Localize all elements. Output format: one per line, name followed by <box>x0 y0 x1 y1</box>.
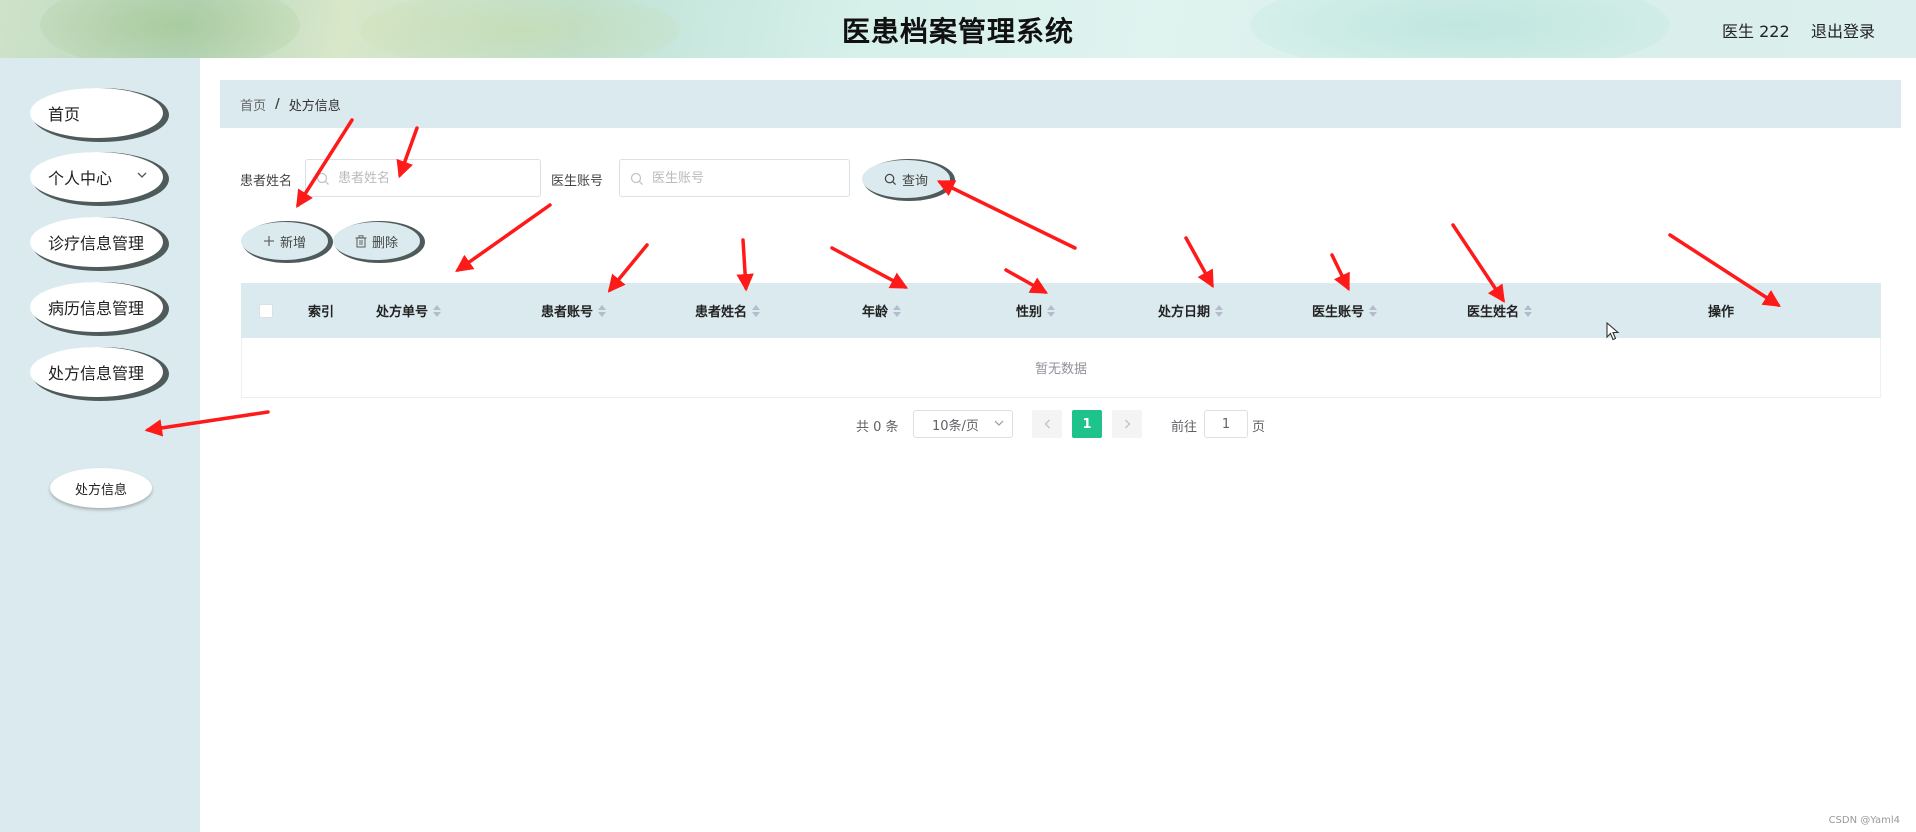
plus-icon <box>263 235 275 247</box>
sidebar-item-label: 诊疗信息管理 <box>48 234 145 253</box>
goto-page-input[interactable]: 1 <box>1204 410 1248 438</box>
page-number-label: 1 <box>1082 416 1092 432</box>
column-header-label: 操作 <box>1707 305 1734 320</box>
sort-icon[interactable] <box>893 304 901 317</box>
sidebar-item-label: 处方信息管理 <box>48 364 145 383</box>
column-header-patient-name[interactable]: 患者姓名 <box>650 283 805 338</box>
breadcrumb-separator: / <box>275 96 280 112</box>
column-header-label: 性别 <box>1015 305 1042 320</box>
next-page-button[interactable] <box>1112 410 1142 438</box>
empty-text: 暂无数据 <box>1034 362 1087 377</box>
logout-link[interactable]: 退出登录 <box>1811 18 1875 42</box>
breadcrumb-current: 处方信息 <box>288 98 341 114</box>
top-header: 医患档案管理系统 医生 222 退出登录 <box>0 0 1916 58</box>
column-header-label: 处方单号 <box>375 305 428 320</box>
search-icon <box>630 171 644 185</box>
sidebar-item-label: 首页 <box>48 105 81 124</box>
sidebar-item-personal-center[interactable]: 个人中心 <box>30 152 163 202</box>
column-header-prescription-date[interactable]: 处方日期 <box>1113 283 1268 338</box>
add-button[interactable]: 新增 <box>241 222 328 260</box>
column-header-patient-account[interactable]: 患者账号 <box>496 283 651 338</box>
sort-icon[interactable] <box>1524 304 1532 317</box>
query-button[interactable]: 查询 <box>862 160 950 198</box>
annotation-arrow <box>830 246 909 289</box>
column-header-label: 患者账号 <box>540 305 593 320</box>
trash-icon <box>355 234 367 248</box>
annotation-arrow <box>1184 236 1214 289</box>
page-size-select[interactable]: 10条/页 <box>913 410 1013 438</box>
watermark: CSDN @Yaml4 <box>1828 815 1900 826</box>
annotation-arrow <box>936 180 1077 250</box>
page-size-value: 10条/页 <box>932 418 979 434</box>
column-header-label: 医生账号 <box>1311 305 1364 320</box>
page-number-button[interactable]: 1 <box>1072 410 1102 438</box>
patient-name-input[interactable] <box>336 169 520 187</box>
chevron-down-icon <box>994 417 1004 430</box>
column-header-gender[interactable]: 性别 <box>958 283 1113 338</box>
sort-icon[interactable] <box>598 304 606 317</box>
goto-label: 前往 <box>1171 420 1198 435</box>
sort-icon[interactable] <box>1047 304 1055 317</box>
column-header-label: 患者姓名 <box>694 305 747 320</box>
annotation-arrow <box>736 238 754 292</box>
page-suffix-label: 页 <box>1252 420 1266 435</box>
sort-icon[interactable] <box>1369 304 1377 317</box>
breadcrumb-home-link[interactable]: 首页 <box>240 95 266 114</box>
sort-icon[interactable] <box>433 304 441 317</box>
sidebar-subitem-prescription-info[interactable]: 处方信息 <box>50 468 152 508</box>
column-header-label: 医生姓名 <box>1466 305 1519 320</box>
breadcrumb: 首页 / 处方信息 <box>220 80 1901 128</box>
prev-page-button[interactable] <box>1032 410 1062 438</box>
mouse-pointer-icon <box>1606 321 1620 346</box>
column-header-age[interactable]: 年龄 <box>804 283 959 338</box>
doctor-account-field-wrapper <box>619 159 850 197</box>
sidebar-item-medical-record-management[interactable]: 病历信息管理 <box>30 282 163 332</box>
chevron-down-icon <box>137 168 147 182</box>
goto-page-value: 1 <box>1221 416 1231 432</box>
column-header-label: 处方日期 <box>1157 305 1210 320</box>
select-all-checkbox[interactable] <box>259 304 273 318</box>
column-header-actions: 操作 <box>1581 283 1861 338</box>
app-title: 医患档案管理系统 <box>841 15 1074 48</box>
column-header-doctor-account[interactable]: 医生账号 <box>1267 283 1422 338</box>
patient-name-label: 患者姓名 <box>240 174 293 189</box>
sidebar-item-label: 个人中心 <box>48 169 113 188</box>
doctor-account-input[interactable] <box>650 169 834 187</box>
column-header-label: 年龄 <box>861 305 888 320</box>
chevron-left-icon <box>1044 419 1050 429</box>
sidebar-item-home[interactable]: 首页 <box>30 88 163 138</box>
add-button-label: 新增 <box>279 235 306 251</box>
delete-button[interactable]: 删除 <box>333 222 420 260</box>
table-header: 索引 处方单号 患者账号 患者姓名 年龄 性别 处方日期 医生账号 医生姓名 操… <box>241 283 1881 338</box>
patient-name-field-wrapper <box>305 159 541 197</box>
sort-icon[interactable] <box>752 304 760 317</box>
search-icon <box>316 171 330 185</box>
table-empty-state: 暂无数据 <box>241 338 1881 398</box>
query-button-label: 查询 <box>901 173 928 189</box>
sidebar-subitem-label: 处方信息 <box>74 482 127 498</box>
sidebar-item-label: 病历信息管理 <box>48 299 145 318</box>
pagination-total: 共 0 条 <box>856 420 899 435</box>
sidebar-item-prescription-management[interactable]: 处方信息管理 <box>30 347 163 397</box>
delete-button-label: 删除 <box>371 235 398 251</box>
sidebar-item-diagnosis-management[interactable]: 诊疗信息管理 <box>30 217 163 267</box>
column-header-doctor-name[interactable]: 医生姓名 <box>1422 283 1577 338</box>
sidebar: 首页 个人中心 诊疗信息管理 病历信息管理 处方信息管理 处方信息 <box>0 58 200 832</box>
sort-icon[interactable] <box>1215 304 1223 317</box>
doctor-account-label: 医生账号 <box>551 174 604 189</box>
column-header-prescription-no[interactable]: 处方单号 <box>331 283 486 338</box>
search-icon <box>884 173 897 186</box>
current-user-label: 医生 222 <box>1722 22 1790 41</box>
annotation-arrow <box>455 203 552 273</box>
chevron-right-icon <box>1124 419 1130 429</box>
